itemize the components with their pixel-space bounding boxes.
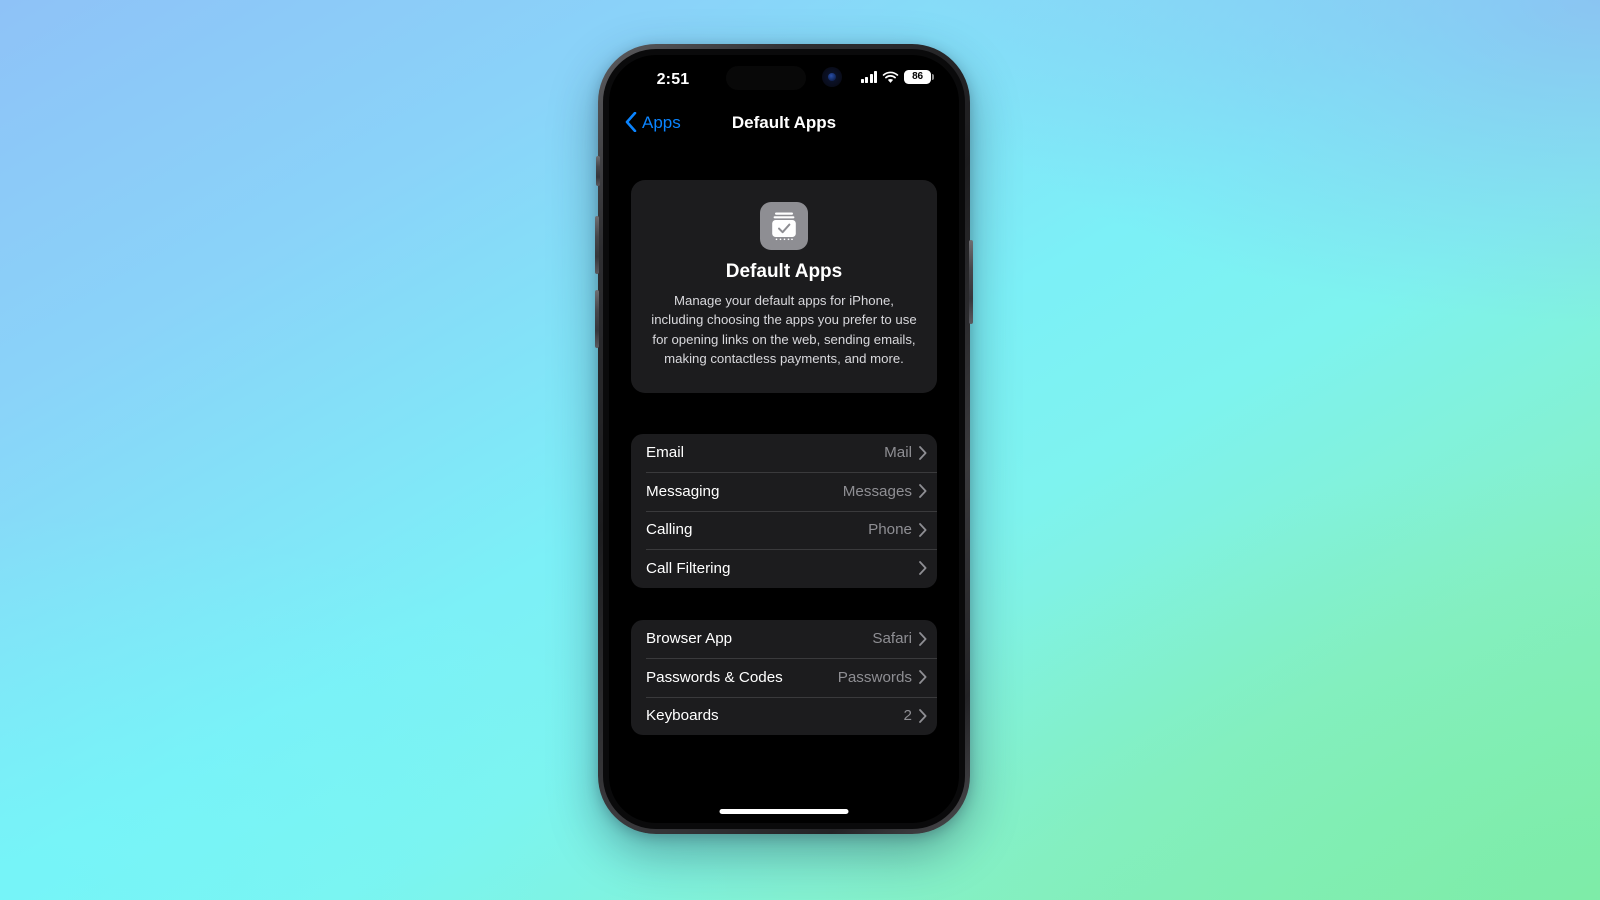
volume-down-button[interactable]: [595, 290, 599, 348]
default-apps-icon: [760, 202, 808, 250]
default-apps-info-card: Default Apps Manage your default apps fo…: [631, 180, 937, 393]
settings-row-browser-app[interactable]: Browser App Safari: [631, 620, 937, 659]
dynamic-island: [726, 66, 806, 90]
chevron-right-icon: [919, 445, 927, 460]
settings-row-messaging[interactable]: Messaging Messages: [631, 472, 937, 511]
settings-row-email[interactable]: Email Mail: [631, 434, 937, 473]
row-label: Messaging: [646, 482, 720, 500]
row-value: Mail: [884, 444, 912, 462]
chevron-right-icon: [919, 561, 927, 576]
wifi-icon: [882, 71, 899, 83]
status-indicators: 86: [860, 70, 934, 84]
chevron-right-icon: [919, 670, 927, 685]
row-value: Passwords: [837, 668, 912, 686]
row-value: 2: [903, 707, 912, 725]
settings-row-call-filtering[interactable]: Call Filtering: [631, 549, 937, 588]
iphone-device-frame: 2:51 86 Apps Default Apps Default Apps M…: [595, 44, 973, 834]
row-value: Phone: [868, 521, 912, 539]
settings-group-communication: Email Mail Messaging Messages Calling Ph…: [631, 433, 937, 588]
chevron-right-icon: [919, 522, 927, 537]
volume-up-button[interactable]: [595, 216, 599, 274]
info-card-title: Default Apps: [725, 261, 843, 282]
settings-row-calling[interactable]: Calling Phone: [631, 510, 937, 550]
settings-row-passwords-codes[interactable]: Passwords & Codes Passwords: [631, 658, 937, 697]
row-label: Passwords & Codes: [646, 668, 783, 686]
row-label: Calling: [646, 521, 693, 539]
front-camera-icon: [822, 67, 842, 87]
row-label: Email: [646, 444, 684, 462]
info-card-description: Manage your default apps for iPhone, inc…: [651, 293, 917, 367]
chevron-right-icon: [919, 484, 927, 499]
settings-group-system: Browser App Safari Passwords & Codes Pas…: [631, 619, 937, 736]
row-label: Keyboards: [646, 707, 719, 725]
navigation-bar: Apps Default Apps: [609, 107, 959, 151]
cellular-bars-icon: [860, 71, 877, 83]
home-indicator[interactable]: [719, 809, 849, 814]
battery-icon: 86: [904, 70, 934, 84]
chevron-right-icon: [919, 631, 927, 646]
chevron-right-icon: [919, 708, 927, 723]
status-time: 2:51: [656, 71, 690, 88]
phone-screen: 2:51 86 Apps Default Apps Default Apps M…: [609, 55, 959, 823]
page-title: Default Apps: [731, 113, 837, 132]
row-value: Safari: [872, 630, 912, 648]
settings-content: Default Apps Manage your default apps fo…: [609, 180, 959, 736]
battery-cap: [932, 74, 934, 80]
row-value: Messages: [842, 482, 912, 500]
row-label: Browser App: [646, 630, 733, 648]
status-bar: 2:51 86: [609, 55, 959, 107]
settings-row-keyboards[interactable]: Keyboards 2: [631, 696, 937, 736]
row-label: Call Filtering: [646, 559, 731, 577]
mute-switch-button[interactable]: [596, 156, 600, 186]
battery-percent: 86: [912, 71, 923, 82]
power-side-button[interactable]: [969, 240, 973, 324]
